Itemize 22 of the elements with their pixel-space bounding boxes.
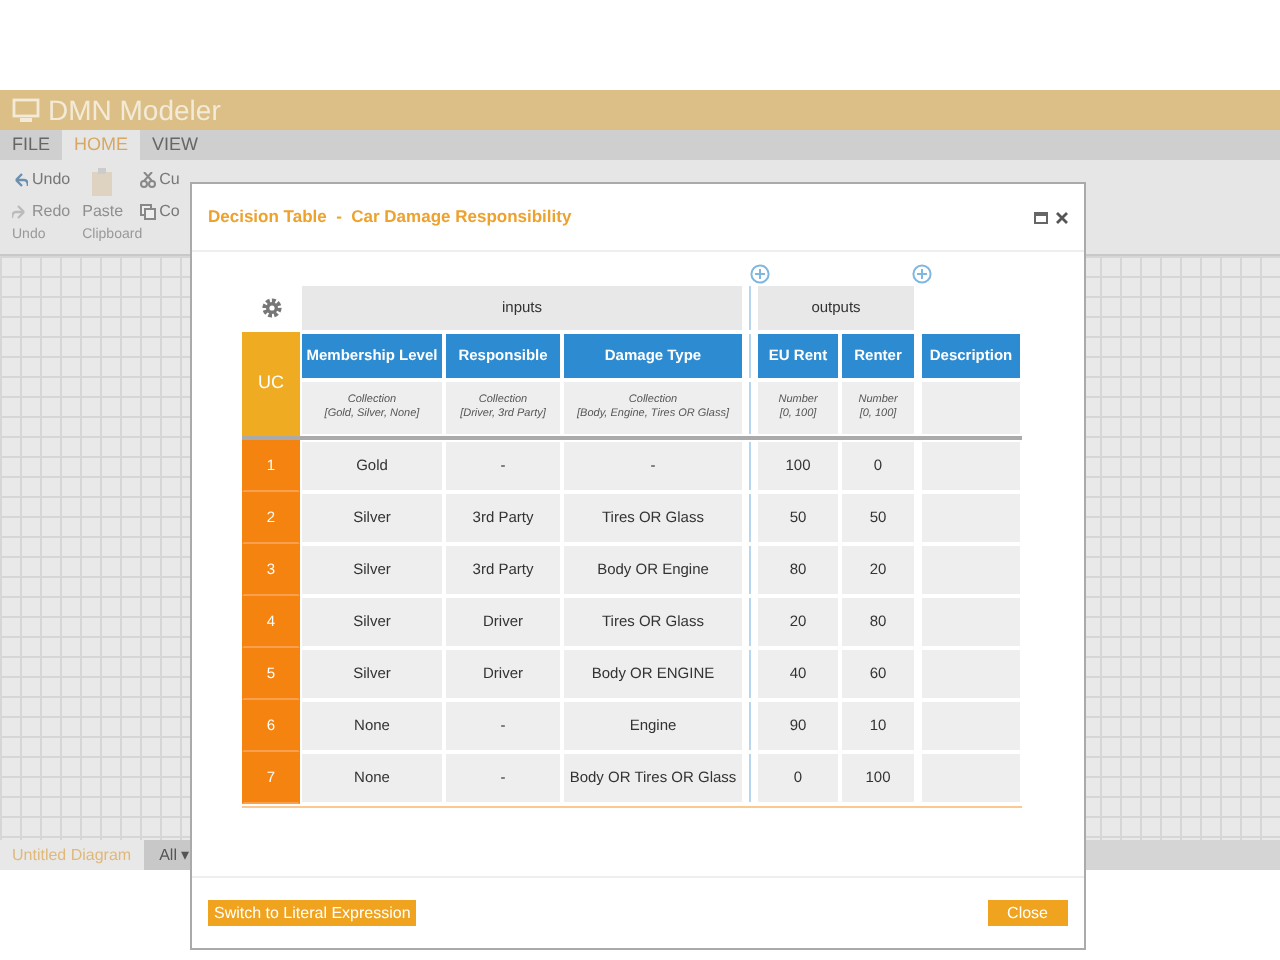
close-icon[interactable]: [1056, 211, 1068, 223]
switch-button[interactable]: Switch to Literal Expression: [208, 899, 417, 927]
settings-icon[interactable]: [259, 296, 283, 320]
ribbon-button[interactable]: Cu: [139, 168, 180, 192]
table-cell: [920, 440, 1022, 492]
undo-icon: [12, 172, 28, 188]
copy-icon: [139, 204, 156, 220]
hit-policy-cell: UC: [242, 332, 300, 436]
dialog-title: Decision Table - Car Damage Responsibility: [208, 204, 572, 230]
redo-icon: [12, 204, 28, 220]
clipboard-icon: [90, 168, 115, 196]
menu-tab[interactable]: VIEW: [140, 130, 211, 160]
scissors-icon: [139, 172, 156, 188]
maximize-icon[interactable]: [1034, 211, 1048, 223]
app-icon: [12, 98, 40, 122]
close-button[interactable]: Close: [987, 899, 1068, 927]
app-title: DMN Modeler: [48, 91, 221, 129]
table-cell: [920, 380, 1022, 436]
ribbon-button[interactable]: Undo: [12, 168, 71, 192]
ribbon-button[interactable]: Co: [139, 200, 180, 224]
table-cell: [920, 752, 1022, 804]
menu-tab[interactable]: FILE: [0, 130, 63, 160]
